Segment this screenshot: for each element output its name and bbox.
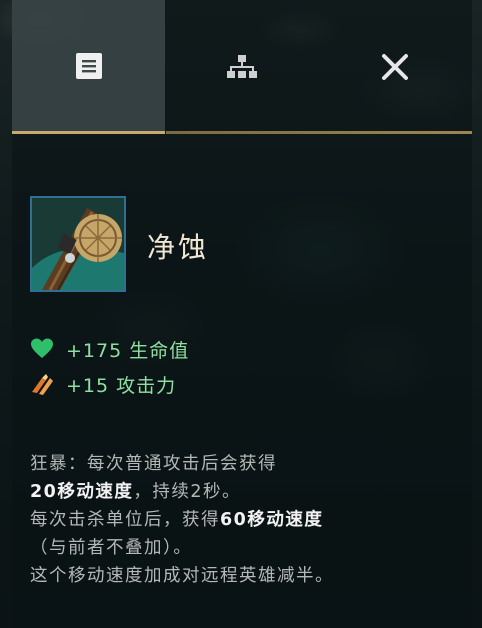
item-description: 狂暴：每次普通攻击后会获得 20移动速度，持续2秒。 每次击杀单位后，获得60移…	[30, 450, 470, 590]
desc-line-2: 20移动速度，持续2秒。	[30, 478, 470, 506]
stat-attack-text: +15 攻击力	[66, 374, 177, 397]
item-art	[32, 198, 124, 290]
stat-health-text: +175 生命值	[66, 339, 190, 362]
hierarchy-icon	[226, 55, 257, 78]
desc-highlight-move-speed-60: 60移动速度	[220, 510, 324, 530]
attack-damage-icon	[32, 374, 53, 395]
stat-health: +175 生命值	[30, 336, 189, 362]
heart-icon	[31, 338, 53, 358]
stat-attack: +15 攻击力	[30, 371, 176, 397]
desc-line-3-pre: 每次击杀单位后，获得	[30, 510, 220, 530]
item-name: 净蚀	[147, 231, 210, 264]
tab-close[interactable]	[319, 0, 472, 134]
tab-recipe[interactable]	[165, 0, 318, 134]
item-portrait	[30, 196, 126, 292]
list-icon	[75, 52, 102, 79]
tab-bar	[12, 0, 472, 134]
desc-line-2-rest: ，持续2秒。	[133, 482, 241, 502]
desc-line-4: （与前者不叠加）。	[30, 538, 193, 558]
desc-line-1: 狂暴：每次普通攻击后会获得	[30, 454, 277, 474]
desc-line-3: 每次击杀单位后，获得60移动速度	[30, 506, 470, 534]
tab-underline	[166, 131, 472, 134]
desc-highlight-move-speed-20: 20移动速度	[30, 482, 134, 502]
close-icon	[382, 54, 409, 80]
desc-line-5: 这个移动速度加成对远程英雄减半。	[30, 566, 334, 586]
tab-details[interactable]	[12, 0, 166, 134]
